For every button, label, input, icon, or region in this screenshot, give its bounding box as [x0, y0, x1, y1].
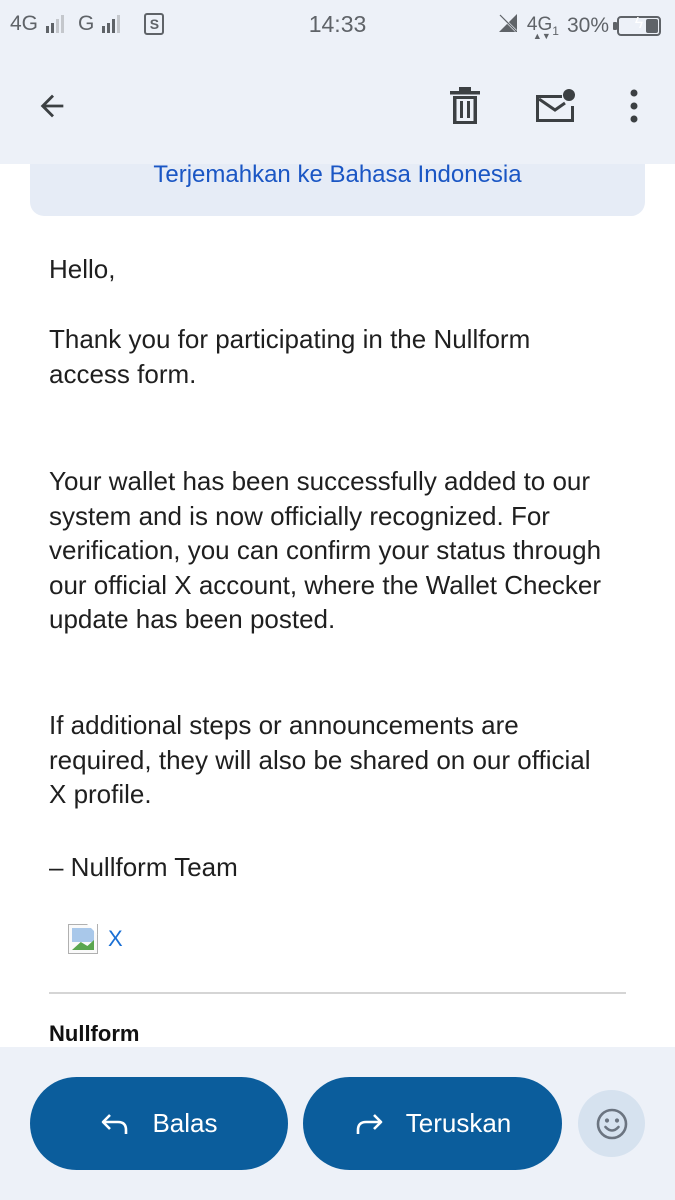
- battery-icon: ϟ: [613, 15, 661, 36]
- bottom-action-bar: Balas Teruskan: [0, 1047, 675, 1200]
- reply-label: Balas: [152, 1108, 218, 1138]
- sender-name: Nullform: [49, 1021, 140, 1046]
- arrow-left-icon: [40, 94, 64, 118]
- x-image-link[interactable]: X: [68, 924, 123, 954]
- top-app-bar: [0, 48, 675, 164]
- back-button[interactable]: [22, 76, 82, 136]
- email-paragraph-thanks: Thank you for participating in the Nullf…: [49, 324, 531, 389]
- delete-button[interactable]: [435, 76, 495, 136]
- emoji-reaction-button[interactable]: [578, 1090, 645, 1157]
- status-bar: 4G G S 14:33 4G1 ▲▼ 30% ϟ: [0, 0, 675, 48]
- network-type-3: 4G1 ▲▼: [526, 14, 559, 42]
- forward-button[interactable]: Teruskan: [303, 1077, 562, 1170]
- forward-icon: [356, 1113, 383, 1134]
- mark-unread-button[interactable]: [525, 76, 585, 136]
- forward-label: Teruskan: [405, 1108, 512, 1138]
- x-link-text[interactable]: X: [108, 926, 123, 952]
- more-options-button[interactable]: [604, 76, 664, 136]
- data-arrows-icon: ▲▼: [532, 31, 551, 42]
- status-right: 4G1 ▲▼ 30% ϟ: [497, 12, 661, 42]
- divider: [49, 992, 626, 994]
- translate-banner: Terjemahkan ke Bahasa Indonesia: [30, 164, 645, 216]
- reply-button[interactable]: Balas: [30, 1077, 288, 1170]
- translate-link[interactable]: Terjemahkan ke Bahasa Indonesia: [30, 164, 645, 189]
- trash-icon: [450, 87, 480, 124]
- email-signature: – Nullform Team: [49, 852, 238, 882]
- mail-unread-icon: [536, 89, 575, 122]
- no-signal-icon: [497, 12, 519, 40]
- email-paragraph-wallet: Your wallet has been successfully added …: [49, 466, 602, 634]
- email-greeting: Hello,: [49, 254, 116, 284]
- email-paragraph-additional: If additional steps or announcements are…: [49, 710, 591, 809]
- battery-percent: 30%: [566, 14, 609, 37]
- reply-icon: [102, 1113, 128, 1134]
- broken-image-icon: [68, 924, 98, 954]
- smiley-icon: [596, 1108, 627, 1139]
- more-vert-icon: [630, 89, 638, 123]
